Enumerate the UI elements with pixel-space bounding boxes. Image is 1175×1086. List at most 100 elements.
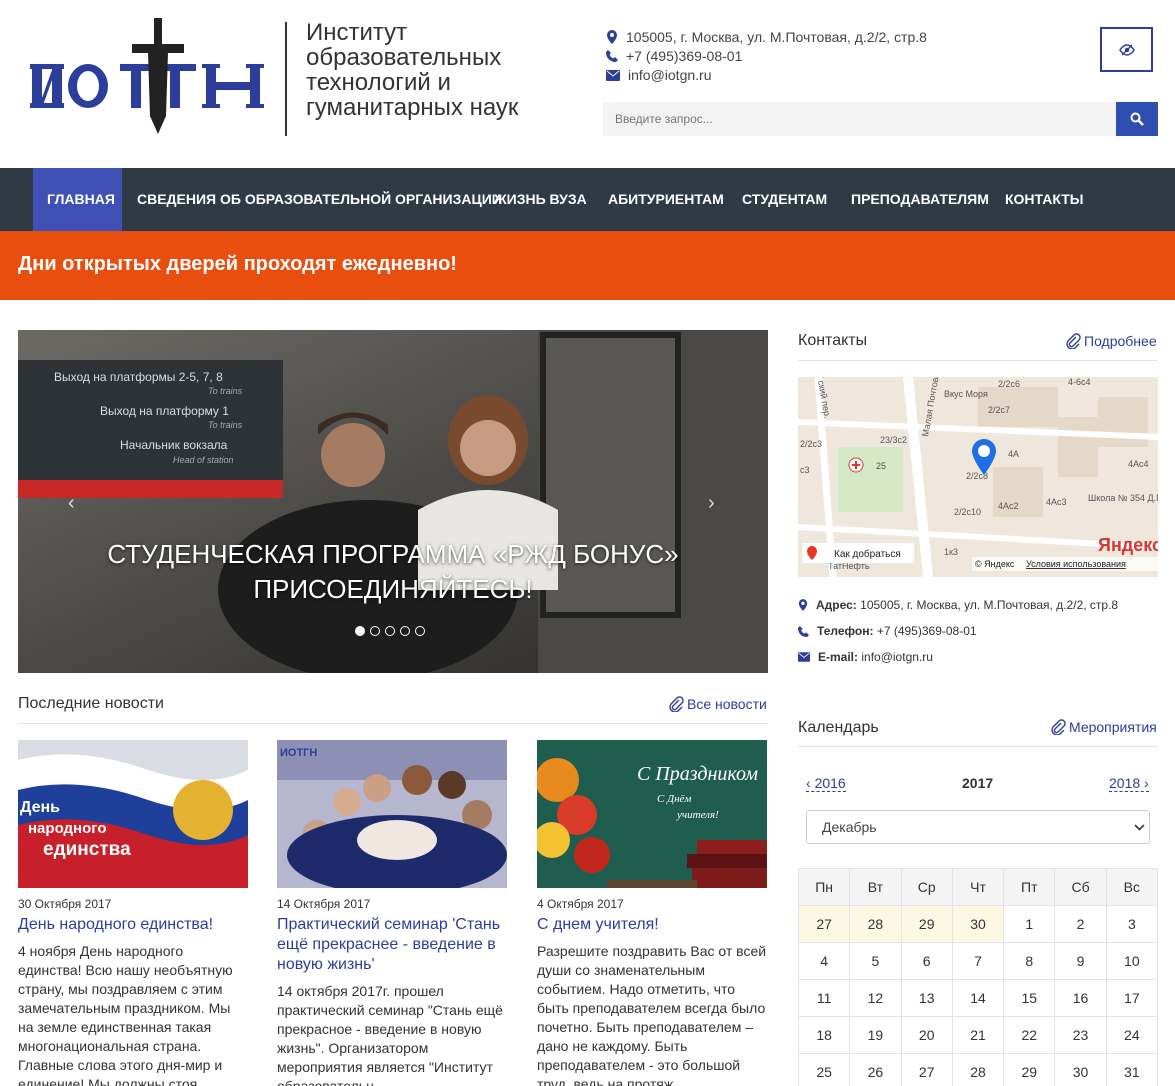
- calendar-day[interactable]: 31: [1105, 1053, 1159, 1086]
- calendar-day[interactable]: 24: [1105, 1016, 1159, 1054]
- nav-item-campus-life[interactable]: Жизнь вуза: [480, 168, 601, 231]
- svg-text:единства: единства: [43, 839, 131, 860]
- events-link[interactable]: Мероприятия: [1050, 719, 1157, 735]
- news-image[interactable]: День народного единства: [18, 740, 248, 888]
- divider: [798, 746, 1158, 747]
- header-phone-text[interactable]: +7 (495)369-08-01: [626, 48, 742, 64]
- sign-line-1: Выход на платформы 2-5, 7, 8: [54, 370, 223, 384]
- events-link-text[interactable]: Мероприятия: [1069, 719, 1157, 735]
- map-route-button[interactable]: Как добраться: [834, 548, 901, 560]
- nav-item-contacts[interactable]: Контакты: [991, 168, 1097, 231]
- all-news-link[interactable]: Все новости: [668, 696, 767, 712]
- nav-item-teachers[interactable]: Преподавателям: [837, 168, 1003, 231]
- calendar-day[interactable]: 5: [849, 942, 902, 980]
- month-select[interactable]: Декабрь: [806, 810, 1150, 844]
- calendar-day[interactable]: 11: [797, 979, 851, 1017]
- map-label: Вкус Моря: [944, 389, 988, 399]
- calendar-day[interactable]: 10: [1105, 942, 1159, 980]
- calendar-day[interactable]: 8: [1003, 942, 1056, 980]
- nav-item-students[interactable]: Студентам: [728, 168, 841, 231]
- calendar-day[interactable]: 30: [951, 905, 1005, 943]
- calendar-day[interactable]: 7: [951, 942, 1005, 980]
- calendar-day[interactable]: 20: [900, 1016, 953, 1054]
- calendar-day[interactable]: 18: [797, 1016, 851, 1054]
- contacts-more-link-text[interactable]: Подробнее: [1084, 333, 1157, 349]
- calendar-day[interactable]: 19: [849, 1016, 902, 1054]
- slider-dot[interactable]: [415, 626, 425, 636]
- yandex-map[interactable]: Малая Почтовая Вкус Моря 2/2с6 4-6с4 2/2…: [798, 377, 1158, 577]
- map-label: 1к3: [944, 547, 958, 557]
- map-terms-link[interactable]: Условия использования: [1026, 559, 1126, 569]
- next-year-link[interactable]: 2018 ›: [1109, 775, 1149, 792]
- hero-slider[interactable]: Выход на платформы 2-5, 7, 8 To trains В…: [18, 330, 768, 673]
- slider-dot[interactable]: [400, 626, 410, 636]
- calendar-day[interactable]: 4: [797, 942, 851, 980]
- calendar-day[interactable]: 17: [1105, 979, 1159, 1017]
- calendar-day[interactable]: 30: [1054, 1053, 1107, 1086]
- announcement-banner: Дни открытых дверей проходят ежедневно!: [0, 231, 1175, 300]
- calendar-day[interactable]: 22: [1003, 1016, 1056, 1054]
- slider-dot[interactable]: [370, 626, 380, 636]
- email-label: E-mail:: [818, 650, 859, 664]
- chevron-down-icon: [1134, 824, 1145, 831]
- sign-line-6: Head of station: [173, 455, 234, 465]
- calendar-day[interactable]: 27: [797, 905, 851, 943]
- calendar-day[interactable]: 23: [1054, 1016, 1107, 1054]
- calendar-day[interactable]: 25: [797, 1053, 851, 1086]
- envelope-icon: [606, 69, 620, 81]
- phone-icon: [798, 625, 809, 637]
- slide-caption[interactable]: СТУДЕНЧЕСКАЯ ПРОГРАММА «РЖД БОНУС» ПРИСО…: [18, 537, 768, 607]
- news-date: 30 Октября 2017: [18, 897, 112, 911]
- email-value[interactable]: info@iotgn.ru: [861, 650, 933, 664]
- calendar-day[interactable]: 29: [900, 905, 953, 943]
- news-section-title: Последние новости: [18, 695, 164, 712]
- calendar-day[interactable]: 26: [849, 1053, 902, 1086]
- slider-next-arrow[interactable]: ›: [708, 492, 715, 515]
- accessibility-button[interactable]: [1100, 27, 1153, 72]
- calendar-day[interactable]: 27: [900, 1053, 953, 1086]
- calendar-day[interactable]: 6: [900, 942, 953, 980]
- sign-line-4: To trains: [208, 420, 243, 430]
- calendar-day[interactable]: 29: [1003, 1053, 1056, 1086]
- phone-value[interactable]: +7 (495)369-08-01: [877, 624, 977, 638]
- nav-item-applicants[interactable]: Абитуриентам: [594, 168, 738, 231]
- next-year-text[interactable]: 2018: [1109, 775, 1140, 791]
- calendar-day[interactable]: 13: [900, 979, 953, 1017]
- calendar-day[interactable]: 28: [849, 905, 902, 943]
- nav-item-about[interactable]: Сведения об образовательной организации: [123, 168, 516, 231]
- institute-logo[interactable]: [28, 18, 274, 138]
- map-label: 4А: [1008, 449, 1019, 459]
- slider-prev-arrow[interactable]: ‹: [68, 492, 75, 515]
- news-excerpt: 14 октября 2017г. прошел практический се…: [277, 983, 503, 1086]
- calendar-day[interactable]: 9: [1054, 942, 1107, 980]
- slider-dot[interactable]: [355, 626, 365, 636]
- calendar-day[interactable]: 15: [1003, 979, 1056, 1017]
- search-input[interactable]: [603, 102, 1116, 136]
- all-news-link-text[interactable]: Все новости: [687, 696, 767, 712]
- paperclip-icon: [669, 696, 684, 712]
- slider-dot[interactable]: [385, 626, 395, 636]
- prev-year-text[interactable]: 2016: [815, 775, 846, 791]
- calendar-day[interactable]: 14: [951, 979, 1005, 1017]
- news-image[interactable]: ИОТГН: [277, 740, 507, 888]
- calendar-day[interactable]: 2: [1054, 905, 1107, 943]
- calendar-day[interactable]: 12: [849, 979, 902, 1017]
- contacts-more-link[interactable]: Подробнее: [1065, 333, 1157, 349]
- prev-year-link[interactable]: ‹ 2016: [806, 775, 846, 792]
- news-image[interactable]: С Праздником С Днём учителя!: [537, 740, 767, 888]
- calendar-day[interactable]: 1: [1003, 905, 1056, 943]
- eye-icon: [1118, 43, 1135, 56]
- news-title[interactable]: С днем учителя!: [537, 915, 767, 935]
- calendar-day[interactable]: 3: [1105, 905, 1159, 943]
- calendar-day[interactable]: 28: [951, 1053, 1005, 1086]
- news-title[interactable]: День народного единства!: [18, 915, 248, 935]
- calendar-week: 25 26 27 28 29 30 31: [797, 1053, 1159, 1086]
- calendar-day[interactable]: 16: [1054, 979, 1107, 1017]
- news-title[interactable]: Практический семинар 'Стань ещё прекрасн…: [277, 915, 507, 975]
- calendar-day[interactable]: 21: [951, 1016, 1005, 1054]
- header-email-text[interactable]: info@iotgn.ru: [628, 67, 711, 83]
- search-button[interactable]: [1116, 102, 1158, 136]
- address-label: Адрес:: [816, 598, 857, 612]
- nav-item-home[interactable]: Главная: [33, 168, 122, 231]
- map-label: 2/2с7: [988, 405, 1010, 415]
